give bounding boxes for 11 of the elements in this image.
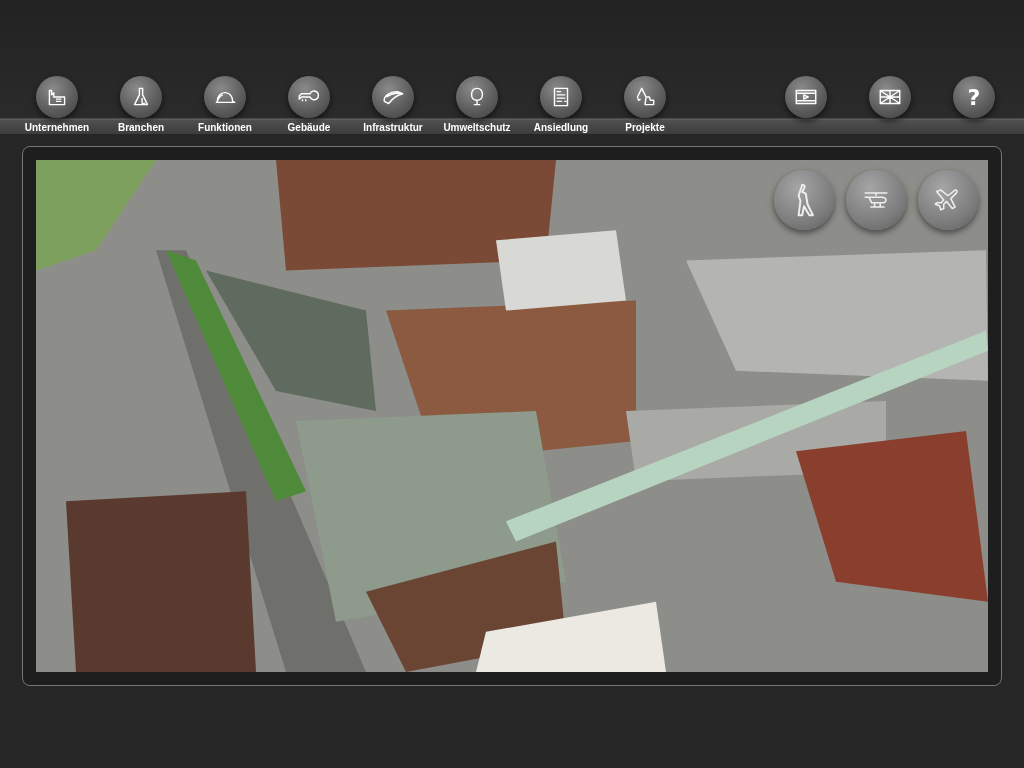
nav-button[interactable]: Branchen <box>99 76 183 134</box>
video-button[interactable] <box>785 76 827 118</box>
help-button[interactable]: ? <box>953 76 995 118</box>
nav-button[interactable]: Ansiedlung <box>519 76 603 134</box>
nav-button[interactable]: Unternehmen <box>15 76 99 134</box>
nav-button[interactable]: Funktionen <box>183 76 267 134</box>
language-button[interactable] <box>869 76 911 118</box>
nav-button[interactable]: Gebäude <box>267 76 351 134</box>
nav-button[interactable]: Infrastruktur <box>351 76 435 134</box>
nav-button[interactable]: Umweltschutz <box>435 76 519 134</box>
nav-button[interactable]: Projekte <box>603 76 687 134</box>
